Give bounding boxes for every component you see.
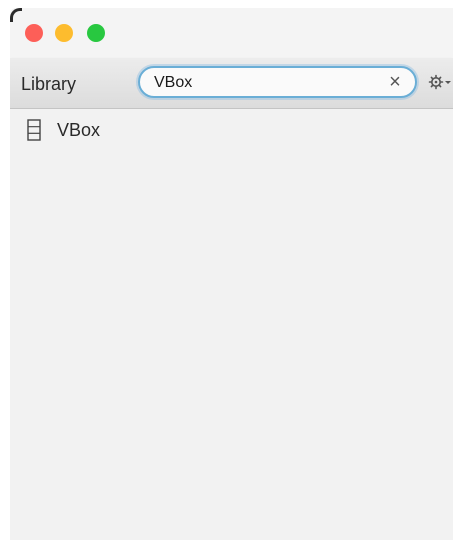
window-corner: [10, 8, 22, 22]
close-window-button[interactable]: [25, 24, 43, 42]
library-results-list: VBox: [10, 109, 453, 540]
list-item[interactable]: VBox: [10, 117, 453, 143]
vbox-layout-icon: [27, 119, 41, 141]
library-label: Library: [21, 74, 77, 94]
search-input[interactable]: [154, 73, 374, 93]
library-window: Library ×: [10, 8, 453, 540]
gear-icon[interactable]: [428, 73, 452, 91]
list-item-label: VBox: [57, 120, 101, 140]
title-bar: [10, 8, 453, 58]
library-search-field[interactable]: ×: [138, 66, 417, 98]
maximize-window-button[interactable]: [87, 24, 105, 42]
close-icon[interactable]: ×: [385, 72, 405, 92]
minimize-window-button[interactable]: [55, 24, 73, 42]
library-toolbar: Library ×: [10, 58, 453, 109]
